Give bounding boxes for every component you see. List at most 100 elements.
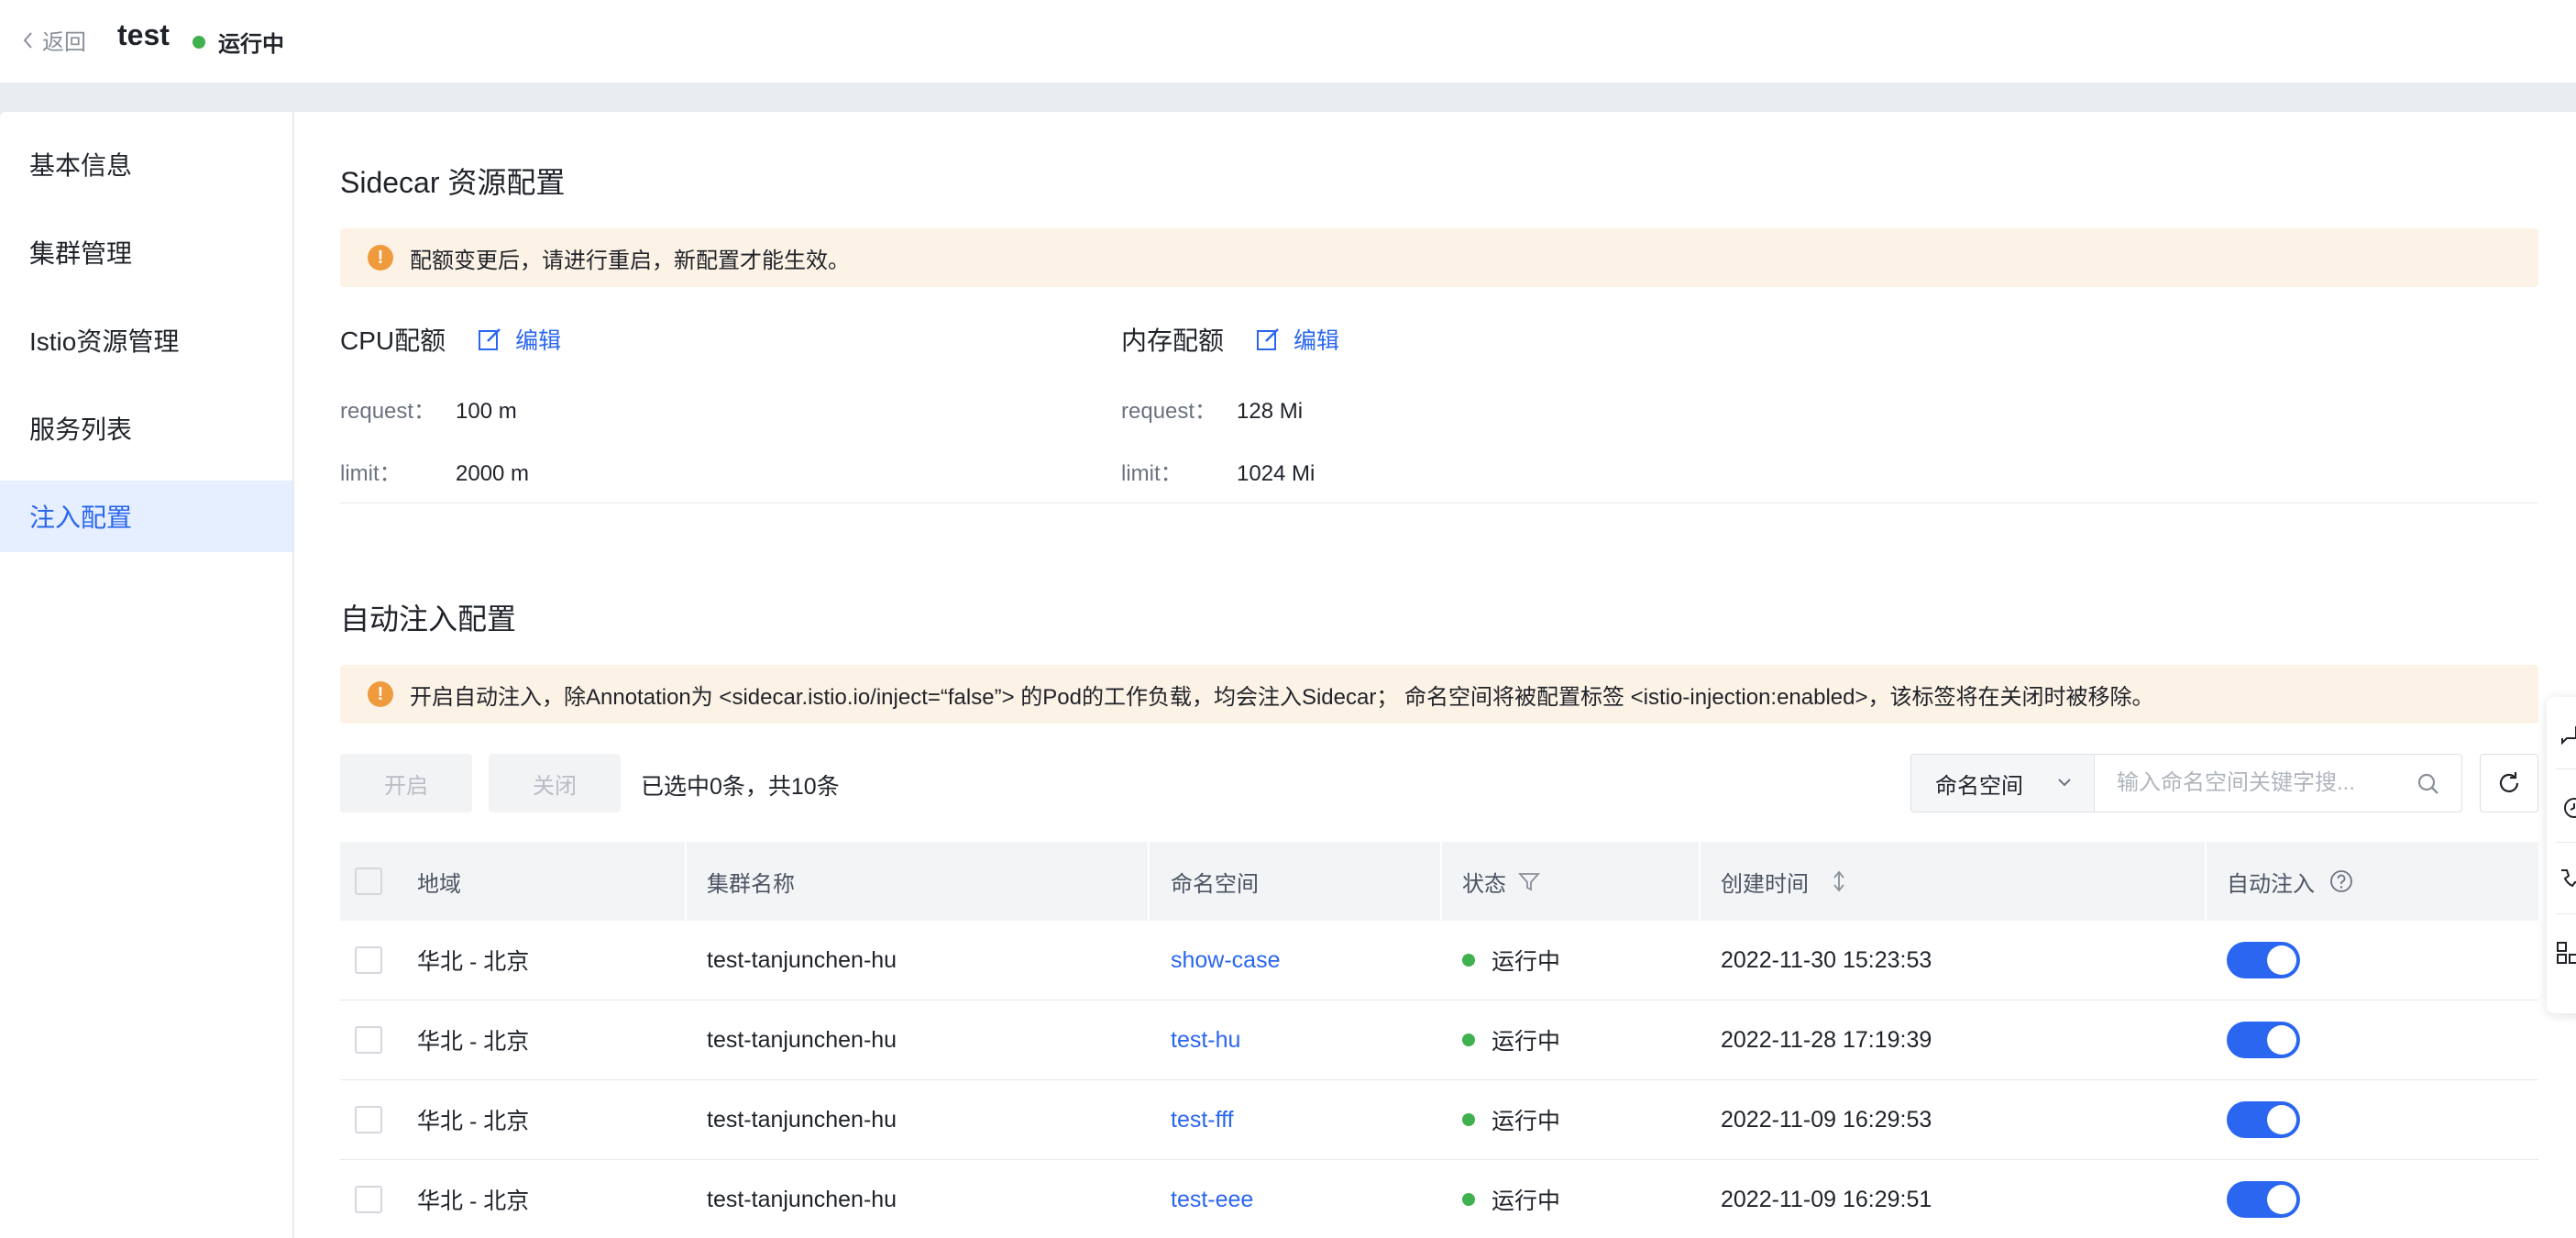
sidebar-item-injection-config[interactable]: 注入配置 bbox=[0, 481, 292, 552]
auto-inject-toggle[interactable] bbox=[2227, 1022, 2300, 1058]
status-label: 运行中 bbox=[1492, 949, 1561, 975]
clock-icon[interactable] bbox=[2556, 796, 2576, 820]
region-cell: 华北 - 北京 bbox=[417, 1029, 530, 1055]
cpu-quota-header: CPU配额 编辑 bbox=[340, 321, 561, 358]
status-dot-icon bbox=[1462, 1193, 1475, 1206]
namespace-search bbox=[2094, 754, 2462, 812]
namespace-link[interactable]: test-eee bbox=[1171, 1160, 1253, 1238]
cpu-edit-button[interactable]: 编辑 bbox=[477, 323, 561, 356]
sort-icon[interactable] bbox=[1827, 869, 1851, 893]
memory-request-value: 128 Mi bbox=[1237, 399, 1304, 424]
col-auto-inject-label: 自动注入 bbox=[2227, 871, 2315, 897]
table-header: 地域 集群名称 命名空间 状态 创建时间 自动注入 bbox=[340, 842, 2538, 921]
region-cell: 华北 - 北京 bbox=[417, 1188, 530, 1214]
filter-icon[interactable] bbox=[1517, 869, 1541, 893]
page-title: test bbox=[117, 18, 170, 51]
col-created-label: 创建时间 bbox=[1721, 871, 1809, 897]
warning-icon: ! bbox=[368, 681, 393, 707]
table-row: 华北 - 北京 test-tanjunchen-hu test-eee 运行中 … bbox=[340, 1160, 2538, 1238]
namespace-table: 地域 集群名称 命名空间 状态 创建时间 自动注入 华北 - 北京 test-t… bbox=[340, 842, 2538, 1238]
region-cell: 华北 - 北京 bbox=[417, 1109, 530, 1134]
cluster-cell: test-tanjunchen-hu bbox=[707, 1186, 897, 1212]
col-created: 创建时间 bbox=[1721, 842, 1851, 921]
memory-edit-label: 编辑 bbox=[1294, 328, 1340, 354]
chat-icon[interactable] bbox=[2556, 723, 2576, 746]
edit-icon bbox=[479, 328, 501, 350]
status-dot-icon bbox=[1462, 1034, 1475, 1046]
sidebar-item-label: 服务列表 bbox=[29, 415, 133, 444]
sidebar-item-cluster-management[interactable]: 集群管理 bbox=[0, 216, 292, 288]
sidebar-item-basic-info[interactable]: 基本信息 bbox=[0, 128, 292, 200]
enable-button[interactable]: 开启 bbox=[340, 754, 472, 812]
row-checkbox[interactable] bbox=[355, 1026, 382, 1054]
sidecar-section-title: Sidecar 资源配置 bbox=[340, 166, 566, 199]
namespace-link[interactable]: show-case bbox=[1171, 921, 1281, 1000]
col-auto-inject: 自动注入 bbox=[2227, 842, 2353, 921]
memory-limit: limit： 1024 Mi bbox=[1121, 455, 1315, 487]
table-row: 华北 - 北京 test-tanjunchen-hu show-case 运行中… bbox=[340, 921, 2538, 1000]
auto-inject-section-title: 自动注入配置 bbox=[340, 602, 517, 636]
warning-icon: ! bbox=[368, 245, 393, 271]
cpu-request-value: 100 m bbox=[456, 399, 517, 424]
select-all-checkbox[interactable] bbox=[355, 868, 382, 895]
column-divider bbox=[1699, 842, 1701, 921]
filter-field-select[interactable]: 命名空间 bbox=[1910, 754, 2094, 812]
search-icon[interactable] bbox=[2416, 771, 2441, 797]
help-icon[interactable] bbox=[2329, 869, 2353, 893]
row-checkbox[interactable] bbox=[355, 946, 382, 974]
sidebar-item-label: 基本信息 bbox=[29, 151, 133, 180]
col-status-label: 状态 bbox=[1462, 871, 1506, 897]
memory-edit-button[interactable]: 编辑 bbox=[1255, 323, 1339, 356]
sidecar-alert-text: 配额变更后，请进行重启，新配置才能生效。 bbox=[410, 248, 850, 273]
col-namespace: 命名空间 bbox=[1171, 871, 1259, 897]
disable-button[interactable]: 关闭 bbox=[489, 754, 621, 812]
sidebar-item-label: 集群管理 bbox=[29, 239, 133, 268]
cluster-cell: test-tanjunchen-hu bbox=[707, 1026, 897, 1053]
instance-status-label: 运行中 bbox=[218, 32, 284, 57]
phone-icon[interactable] bbox=[2556, 868, 2576, 891]
status-cell: 运行中 bbox=[1462, 1080, 1560, 1159]
status-cell: 运行中 bbox=[1462, 1000, 1560, 1079]
sidebar: 基本信息 集群管理 Istio资源管理 服务列表 注入配置 bbox=[0, 112, 293, 1238]
instance-status: 运行中 bbox=[193, 26, 284, 58]
status-label: 运行中 bbox=[1492, 1029, 1561, 1055]
edit-icon bbox=[1257, 328, 1279, 350]
status-label: 运行中 bbox=[1492, 1109, 1561, 1134]
namespace-search-input[interactable] bbox=[2117, 770, 2401, 796]
namespace-link[interactable]: test-fff bbox=[1171, 1080, 1234, 1159]
grid-icon[interactable] bbox=[2556, 941, 2576, 965]
cluster-cell: test-tanjunchen-hu bbox=[707, 1106, 897, 1133]
back-button[interactable]: 返回 bbox=[20, 24, 86, 56]
auto-inject-toggle[interactable] bbox=[2227, 942, 2300, 978]
auto-inject-toggle[interactable] bbox=[2227, 1181, 2300, 1218]
memory-request: request： 128 Mi bbox=[1121, 392, 1303, 425]
memory-limit-value: 1024 Mi bbox=[1237, 461, 1316, 486]
auto-inject-toggle[interactable] bbox=[2227, 1101, 2300, 1138]
cpu-limit-value: 2000 m bbox=[456, 461, 530, 486]
column-divider bbox=[1148, 842, 1150, 921]
status-dot-icon bbox=[193, 35, 205, 49]
created-cell: 2022-11-30 15:23:53 bbox=[1721, 946, 1932, 973]
row-checkbox[interactable] bbox=[355, 1106, 382, 1133]
col-cluster: 集群名称 bbox=[707, 871, 795, 897]
namespace-link[interactable]: test-hu bbox=[1171, 1000, 1240, 1079]
sidecar-alert: ! 配额变更后，请进行重启，新配置才能生效。 bbox=[340, 228, 2538, 287]
cpu-edit-label: 编辑 bbox=[515, 328, 562, 354]
refresh-icon bbox=[2499, 772, 2519, 792]
floating-tool-panel bbox=[2547, 697, 2576, 1013]
auto-inject-alert-text: 开启自动注入，除Annotation为 <sidecar.istio.io/in… bbox=[410, 684, 2154, 710]
column-divider bbox=[685, 842, 687, 921]
created-cell: 2022-11-09 16:29:51 bbox=[1721, 1186, 1932, 1212]
row-checkbox[interactable] bbox=[355, 1186, 382, 1213]
chevron-down-icon bbox=[2058, 779, 2071, 787]
memory-request-label: request： bbox=[1121, 399, 1217, 424]
sidebar-item-service-list[interactable]: 服务列表 bbox=[0, 392, 292, 464]
top-bar: 返回 test 运行中 bbox=[0, 0, 2576, 83]
filter-field-select-value: 命名空间 bbox=[1935, 773, 2023, 799]
chevron-left-icon bbox=[23, 31, 32, 49]
sidebar-item-label: 注入配置 bbox=[29, 503, 133, 532]
refresh-button[interactable] bbox=[2480, 754, 2538, 812]
memory-limit-label: limit： bbox=[1121, 461, 1183, 486]
back-label: 返回 bbox=[42, 30, 86, 55]
sidebar-item-istio-resources[interactable]: Istio资源管理 bbox=[0, 304, 292, 376]
